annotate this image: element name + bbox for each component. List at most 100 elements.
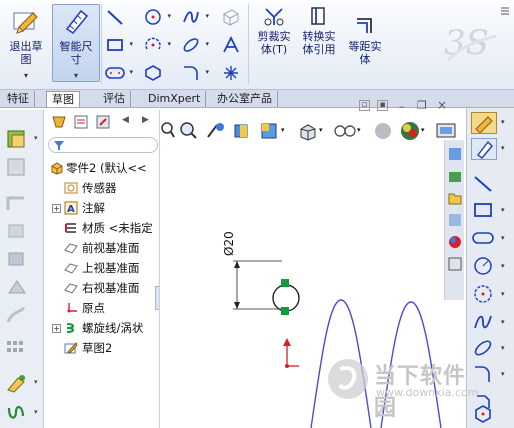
slot-tool[interactable]: ▾ — [104, 62, 133, 84]
origin-triad[interactable] — [283, 338, 299, 368]
property-manager-tab-icon[interactable] — [72, 114, 90, 130]
chevron-down-icon[interactable]: ▾ — [53, 71, 99, 80]
tree-item-front-plane[interactable]: 前视基准面 — [46, 238, 159, 258]
chevron-down-icon[interactable]: ▾ — [501, 144, 505, 152]
chevron-down-icon[interactable]: ▾ — [501, 318, 505, 326]
spline-tool[interactable]: ▾ — [180, 6, 209, 28]
tree-item-sensors[interactable]: 传感器 — [46, 178, 159, 198]
grid-tool[interactable] — [220, 6, 242, 28]
chevron-down-icon[interactable]: ▾ — [501, 118, 505, 126]
chevron-down-icon[interactable]: ▾ — [501, 206, 505, 214]
rectangle-tool[interactable]: ▾ — [104, 34, 133, 56]
slot-side-tool[interactable] — [471, 228, 497, 250]
sketch-button[interactable] — [471, 112, 497, 134]
convert-entities-button[interactable]: 转换实 体引用 — [296, 5, 342, 56]
circle-tool[interactable]: ▾ — [142, 6, 171, 28]
tree-item-annotations[interactable]: + A 注解 — [46, 198, 159, 218]
design-library-icon[interactable] — [447, 146, 463, 162]
line-tool[interactable] — [104, 6, 126, 28]
tab-office-products[interactable]: 办公室产品 — [212, 91, 278, 107]
sweep-feature-icon[interactable] — [4, 192, 30, 214]
chevron-down-icon[interactable]: ▾ — [501, 344, 505, 352]
ribbon-menu-icon[interactable] — [500, 6, 510, 16]
arc-side-tool[interactable] — [471, 284, 497, 306]
tab-sketch[interactable]: 草图 — [46, 91, 80, 107]
chevron-down-icon[interactable]: ▾ — [167, 12, 171, 20]
configuration-manager-tab-icon[interactable] — [94, 114, 112, 130]
chevron-down-icon[interactable]: ▾ — [34, 378, 38, 386]
chevron-down-icon[interactable]: ▾ — [167, 40, 171, 48]
spline-side-tool[interactable] — [471, 312, 497, 334]
circle-side-tool[interactable] — [471, 256, 497, 278]
dimension-text[interactable]: Ø20 — [222, 231, 236, 256]
tab-features[interactable]: 特征 — [2, 91, 35, 107]
polygon-tool[interactable] — [142, 62, 164, 84]
appearances-icon[interactable] — [447, 234, 463, 250]
revolve-feature-icon[interactable] — [4, 156, 30, 178]
chevron-down-icon[interactable]: ▾ — [34, 134, 38, 142]
chevron-down-icon[interactable]: ▾ — [205, 40, 209, 48]
point-marker-bottom[interactable] — [281, 307, 289, 315]
tree-item-label: 零件2 (默认<< — [66, 161, 147, 175]
tree-item-part[interactable]: 零件2 (默认<< — [46, 158, 159, 178]
smart-dimension-label: 智能尺 寸 — [59, 40, 93, 66]
point-marker-top[interactable] — [281, 279, 289, 287]
loft-feature-icon[interactable] — [4, 220, 30, 242]
pattern-feature-icon[interactable] — [4, 336, 30, 358]
ribbon-divider — [101, 4, 102, 84]
tab-evaluate[interactable]: 评估 — [98, 91, 131, 107]
chevron-down-icon[interactable]: ▾ — [501, 290, 505, 298]
boundary-feature-icon[interactable] — [4, 248, 30, 270]
tree-item-right-plane[interactable]: 右视基准面 — [46, 278, 159, 298]
chevron-down-icon[interactable]: ▾ — [501, 234, 505, 242]
tab-dimxpert[interactable]: DimXpert — [143, 91, 207, 107]
tree-item-helix[interactable]: + 螺旋线/涡状 — [46, 318, 159, 338]
chevron-down-icon[interactable]: ▾ — [129, 40, 133, 48]
diameter-dimension[interactable] — [233, 260, 282, 310]
arc-icon — [474, 285, 492, 303]
trim-entities-button[interactable]: 剪裁实 体(T) — [252, 5, 296, 56]
rectangle-side-tool[interactable] — [471, 200, 497, 222]
ellipse-tool[interactable]: ▾ — [180, 34, 209, 56]
tree-item-top-plane[interactable]: 上视基准面 — [46, 258, 159, 278]
feature-manager-tab-icon[interactable] — [50, 114, 68, 130]
point-tool[interactable] — [220, 62, 242, 84]
plane-icon — [64, 263, 78, 274]
view-palette-icon[interactable] — [447, 212, 463, 228]
tree-item-origin[interactable]: 原点 — [46, 298, 159, 318]
expand-icon[interactable]: + — [52, 324, 61, 333]
fillet-feature-icon[interactable] — [4, 304, 30, 326]
offset-entities-button[interactable]: 等距实 体 — [342, 5, 388, 66]
smart-dimension-side-button[interactable] — [471, 138, 497, 160]
extrude-feature-icon[interactable] — [4, 128, 30, 150]
chevron-down-icon[interactable]: ▾ — [205, 68, 209, 76]
chevron-down-icon[interactable]: ▾ — [501, 370, 505, 378]
resources-icon[interactable] — [447, 168, 463, 184]
chevron-down-icon[interactable]: ▾ — [34, 408, 38, 416]
tree-item-material[interactable]: 材质 <未指定 — [46, 218, 159, 238]
arc-icon — [145, 37, 161, 50]
line-side-tool[interactable] — [471, 174, 497, 196]
chevron-down-icon[interactable]: ▾ — [205, 12, 209, 20]
smart-dimension-button[interactable]: 智能尺 寸 ▾ — [52, 4, 100, 82]
custom-properties-icon[interactable] — [447, 256, 463, 272]
arc-tool[interactable]: ▾ — [142, 34, 171, 56]
tree-filter-input[interactable] — [48, 137, 158, 153]
tree-scroll-left-icon[interactable]: ◀ — [122, 115, 129, 125]
tree-item-sketch2[interactable]: 草图2 — [46, 338, 159, 358]
chevron-down-icon[interactable]: ▾ — [501, 262, 505, 270]
text-tool[interactable] — [220, 34, 242, 56]
fillet-tool[interactable]: ▾ — [180, 62, 209, 84]
exit-sketch-button[interactable]: 退出草 图 ▾ — [2, 4, 50, 82]
rib-feature-icon[interactable] — [4, 372, 30, 394]
curves-feature-icon[interactable] — [4, 402, 30, 424]
chevron-down-icon[interactable]: ▾ — [129, 68, 133, 76]
expand-icon[interactable]: + — [52, 204, 61, 213]
convert-label: 转换实 体引用 — [302, 30, 336, 56]
downxia-logo-icon — [328, 359, 368, 399]
file-explorer-icon[interactable] — [447, 190, 463, 206]
cut-feature-icon[interactable] — [4, 276, 30, 298]
tree-scroll-right-icon[interactable]: ▶ — [142, 115, 149, 125]
panel-collapse-handle[interactable] — [155, 286, 159, 310]
chevron-down-icon[interactable]: ▾ — [3, 71, 49, 80]
